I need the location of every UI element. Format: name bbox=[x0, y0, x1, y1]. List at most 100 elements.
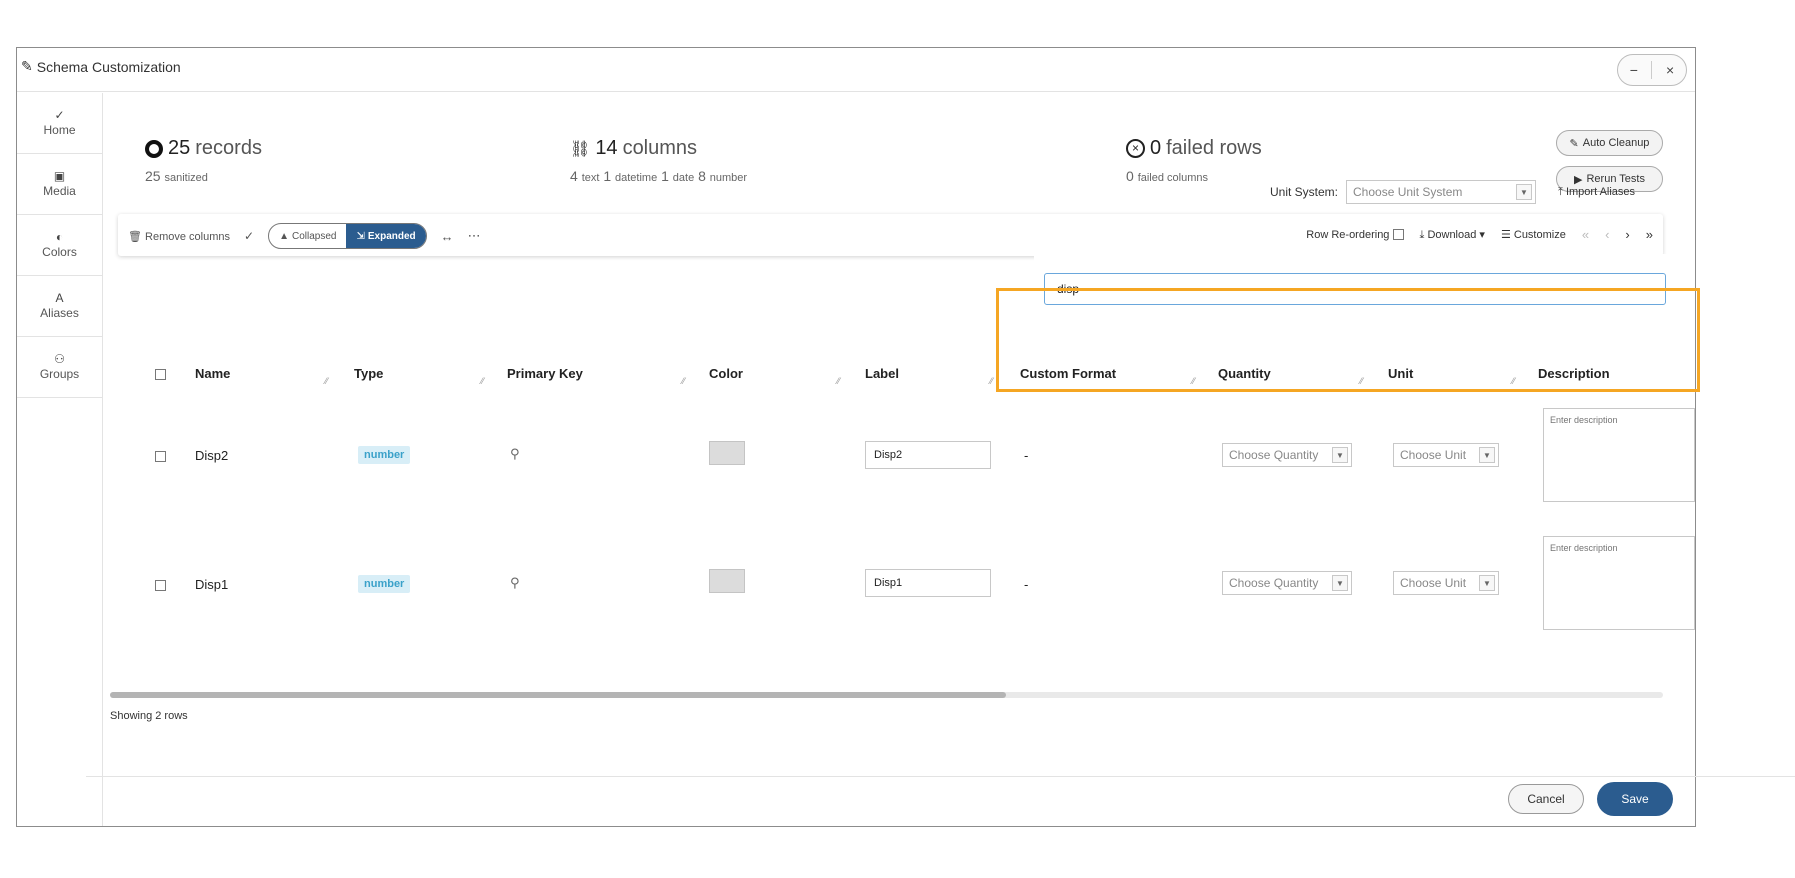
image-icon: ▣ bbox=[53, 169, 66, 183]
row-count-text: Showing 2 rows bbox=[110, 710, 188, 722]
resize-handle-icon[interactable]: ⁄⁄ bbox=[837, 376, 840, 386]
collapsed-button[interactable]: ▲ Collapsed bbox=[269, 224, 346, 248]
divider bbox=[1651, 61, 1653, 79]
row-name: Disp2 bbox=[195, 448, 229, 463]
expanded-button[interactable]: ⇲ Expanded bbox=[346, 224, 426, 248]
trash-icon: 🗑 bbox=[128, 230, 142, 243]
save-button[interactable]: Save bbox=[1597, 782, 1673, 816]
sidebar-item-label: Colors bbox=[42, 245, 77, 259]
column-header-quantity[interactable]: Quantity bbox=[1218, 366, 1271, 381]
window-controls: − × bbox=[1617, 54, 1687, 86]
next-page-icon[interactable]: › bbox=[1625, 227, 1629, 242]
select-all-checkbox[interactable] bbox=[155, 369, 166, 380]
sidebar-item-aliases[interactable]: A Aliases bbox=[17, 276, 102, 337]
customize-button[interactable]: ☰ Customize bbox=[1501, 228, 1566, 241]
brush-icon: ✎ bbox=[1569, 137, 1579, 150]
bell-icon: ▲ bbox=[279, 230, 289, 242]
contrast-icon: ◐ bbox=[55, 230, 64, 244]
close-button[interactable]: × bbox=[1656, 62, 1684, 78]
upload-icon: ⤒ bbox=[1558, 185, 1563, 198]
quantity-select[interactable]: Choose Quantity ▼ bbox=[1222, 443, 1352, 467]
sidebar-item-home[interactable]: ✓ Home bbox=[17, 93, 102, 154]
horizontal-scrollbar[interactable] bbox=[110, 692, 1663, 698]
column-header-description[interactable]: Description bbox=[1538, 366, 1610, 381]
scrollbar-thumb[interactable] bbox=[110, 692, 1006, 698]
arrows-horizontal-icon[interactable]: ↔ bbox=[441, 229, 454, 244]
custom-format-value: - bbox=[1024, 448, 1029, 463]
row-checkbox[interactable] bbox=[155, 580, 166, 591]
key-icon[interactable]: ⚲ bbox=[510, 575, 520, 591]
more-icon[interactable]: ⋯ bbox=[468, 228, 481, 244]
sidebar-item-groups[interactable]: ⚇ Groups bbox=[17, 337, 102, 398]
column-header-custom-format[interactable]: Custom Format bbox=[1020, 366, 1116, 381]
unit-system-row: Unit System: Choose Unit System ▼ ⤒ Impo… bbox=[1270, 180, 1635, 204]
sidebar-item-label: Groups bbox=[39, 367, 80, 381]
import-aliases-link[interactable]: ⤒ Import Aliases bbox=[1558, 186, 1635, 199]
unit-system-label: Unit System: bbox=[1270, 185, 1339, 199]
first-page-icon[interactable]: « bbox=[1582, 227, 1589, 242]
column-header-color[interactable]: Color bbox=[709, 366, 743, 381]
label-input[interactable] bbox=[865, 441, 991, 469]
resize-handle-icon[interactable]: ⁄⁄ bbox=[1192, 376, 1195, 386]
auto-cleanup-button[interactable]: ✎ Auto Cleanup bbox=[1556, 130, 1663, 156]
cancel-button[interactable]: Cancel bbox=[1508, 784, 1584, 814]
record-icon bbox=[145, 139, 163, 158]
remove-columns-button[interactable]: 🗑 Remove columns bbox=[128, 230, 230, 243]
download-icon: ⤓ bbox=[1419, 228, 1425, 241]
sidebar-item-label: Aliases bbox=[40, 306, 79, 320]
sidebar-item-label: Home bbox=[43, 123, 76, 137]
records-stat: 25 records 25 sanitized bbox=[145, 137, 262, 184]
chevron-down-icon: ▼ bbox=[1332, 447, 1348, 463]
type-badge[interactable]: number bbox=[358, 575, 411, 593]
row-checkbox[interactable] bbox=[155, 451, 166, 462]
color-swatch[interactable] bbox=[709, 441, 745, 465]
sidebar-item-label: Media bbox=[43, 184, 76, 198]
divider bbox=[86, 776, 1795, 777]
sitemap-icon: ⛓ bbox=[570, 140, 591, 158]
sanitize-icon: ✓ bbox=[54, 108, 65, 122]
sidebar: ✓ Home ▣ Media ◐ Colors A Aliases ⚇ Grou… bbox=[17, 93, 103, 826]
quantity-select[interactable]: Choose Quantity ▼ bbox=[1222, 571, 1352, 595]
row-name: Disp1 bbox=[195, 577, 229, 592]
unit-select[interactable]: Choose Unit ▼ bbox=[1393, 571, 1499, 595]
column-header-name[interactable]: Name bbox=[195, 366, 230, 381]
chevron-down-icon: ▼ bbox=[1479, 575, 1495, 591]
sanitize-icon[interactable]: ✓ bbox=[244, 229, 254, 243]
prev-page-icon[interactable]: ‹ bbox=[1605, 227, 1609, 242]
column-header-type[interactable]: Type bbox=[354, 366, 383, 381]
font-icon: A bbox=[55, 291, 64, 305]
description-textarea[interactable] bbox=[1543, 408, 1695, 502]
close-circle-icon: × bbox=[1126, 139, 1145, 158]
sidebar-item-media[interactable]: ▣ Media bbox=[17, 154, 102, 215]
unit-system-select[interactable]: Choose Unit System ▼ bbox=[1346, 180, 1537, 204]
description-textarea[interactable] bbox=[1543, 536, 1695, 630]
column-search-input[interactable] bbox=[1044, 273, 1666, 305]
column-header-primary-key[interactable]: Primary Key bbox=[507, 366, 583, 381]
resize-handle-icon[interactable]: ⁄⁄ bbox=[325, 376, 328, 386]
resize-handle-icon[interactable]: ⁄⁄ bbox=[1512, 376, 1515, 386]
column-header-unit[interactable]: Unit bbox=[1388, 366, 1413, 381]
resize-handle-icon[interactable]: ⁄⁄ bbox=[481, 376, 484, 386]
resize-handle-icon[interactable]: ⁄⁄ bbox=[1360, 376, 1363, 386]
resize-handle-icon[interactable]: ⁄⁄ bbox=[990, 376, 993, 386]
resize-handle-icon[interactable]: ⁄⁄ bbox=[682, 376, 685, 386]
key-icon[interactable]: ⚲ bbox=[510, 446, 520, 462]
custom-format-value: - bbox=[1024, 577, 1029, 592]
column-header-label[interactable]: Label bbox=[865, 366, 899, 381]
chevron-down-icon: ▼ bbox=[1479, 447, 1495, 463]
download-button[interactable]: ⤓ Download ▾ bbox=[1420, 228, 1485, 242]
sidebar-item-colors[interactable]: ◐ Colors bbox=[17, 215, 102, 276]
color-swatch[interactable] bbox=[709, 569, 745, 593]
schema-customization-dialog: ✎ Schema Customization − × ✓ Home ▣ Medi… bbox=[16, 47, 1696, 827]
type-badge[interactable]: number bbox=[358, 446, 411, 464]
label-input[interactable] bbox=[865, 569, 991, 597]
dialog-title: ✎ Schema Customization bbox=[21, 58, 181, 75]
minimize-button[interactable]: − bbox=[1620, 62, 1648, 78]
row-reordering-checkbox[interactable] bbox=[1392, 229, 1404, 241]
last-page-icon[interactable]: » bbox=[1646, 227, 1653, 242]
unit-select[interactable]: Choose Unit ▼ bbox=[1393, 443, 1499, 467]
sliders-icon: ☰ bbox=[1500, 229, 1511, 241]
table-toolbar: 🗑 Remove columns ✓ ▲ Collapsed ⇲ Expande… bbox=[118, 214, 1663, 256]
view-toggle: ▲ Collapsed ⇲ Expanded bbox=[268, 223, 427, 249]
row-reordering-toggle[interactable]: Row Re-ordering bbox=[1306, 229, 1404, 241]
